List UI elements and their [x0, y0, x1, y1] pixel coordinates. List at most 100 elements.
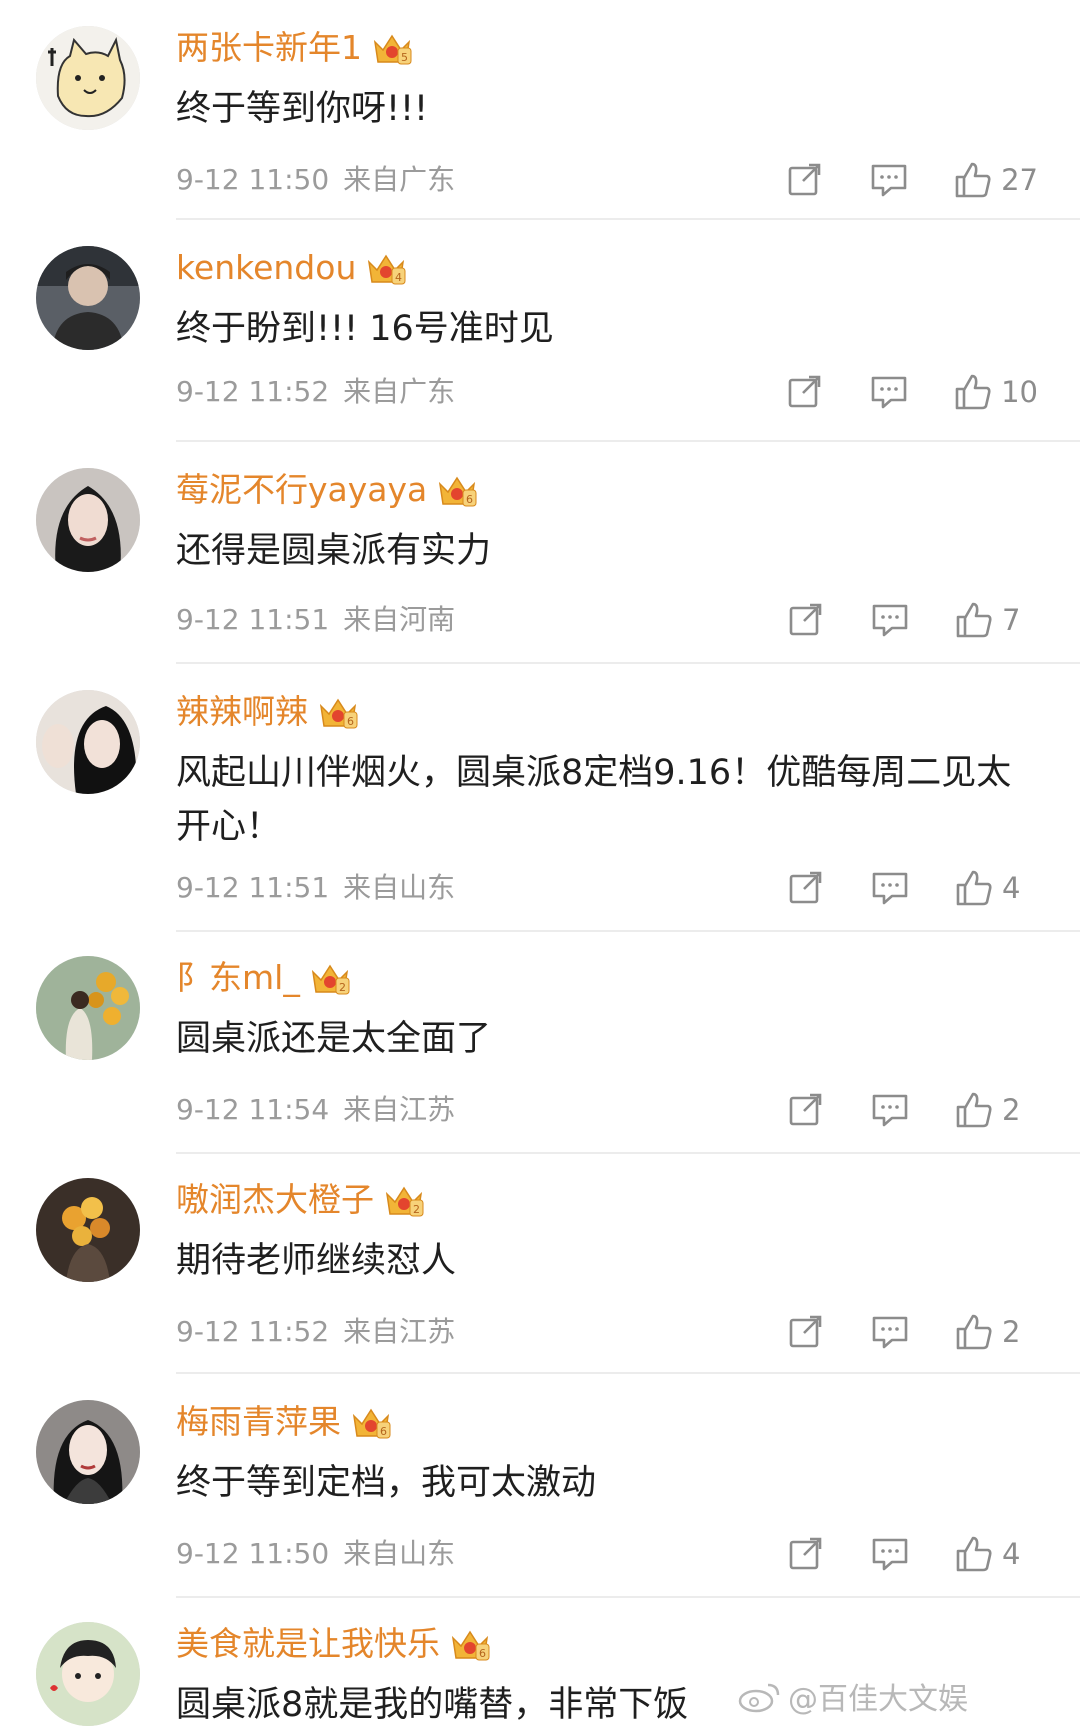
comment-actions: 2 [742, 1088, 1038, 1132]
crown-badge-icon: 5 [372, 30, 412, 66]
avatar[interactable] [36, 1178, 140, 1282]
avatar[interactable] [36, 690, 140, 794]
comment-icon [870, 868, 910, 908]
svg-text:2: 2 [339, 981, 346, 994]
comment-time: 9-12 11:54 [176, 1093, 330, 1126]
like-button[interactable]: 2 [954, 1090, 1038, 1130]
reply-button[interactable] [870, 868, 910, 908]
comment-meta: 9-12 11:50 来自山东 [176, 1534, 455, 1574]
username[interactable]: 美食就是让我快乐 6 [176, 1622, 490, 1666]
like-count: 2 [1002, 1093, 1021, 1127]
username[interactable]: 阝东ml_ 2 [176, 956, 350, 1000]
like-button[interactable]: 4 [954, 1534, 1038, 1574]
reply-button[interactable] [869, 160, 909, 200]
comment-meta: 9-12 11:52 来自江苏 [176, 1312, 455, 1352]
comment-time: 9-12 11:51 [176, 603, 330, 636]
like-button[interactable]: 2 [954, 1312, 1038, 1352]
like-count: 4 [1002, 871, 1021, 905]
comment-icon [870, 1090, 910, 1130]
comment-actions: 27 [741, 158, 1038, 202]
username-text: 梅雨青萍果 [176, 1402, 341, 1441]
share-button[interactable] [786, 1534, 826, 1574]
avatar[interactable] [36, 468, 140, 572]
reply-button[interactable] [869, 372, 909, 412]
comment-location: 来自山东 [343, 871, 456, 904]
like-count: 7 [1002, 603, 1021, 637]
svg-text:2: 2 [413, 1203, 420, 1216]
divider [176, 1152, 1080, 1154]
avatar[interactable] [36, 246, 140, 350]
reply-button[interactable] [870, 1090, 910, 1130]
username[interactable]: 莓泥不行yayaya 6 [176, 468, 477, 512]
svg-text:4: 4 [395, 271, 402, 284]
username[interactable]: 辣辣啊辣 6 [176, 690, 358, 734]
weibo-logo-icon [738, 1683, 780, 1713]
username[interactable]: 两张卡新年1 5 [176, 26, 412, 70]
comment-icon [869, 160, 909, 200]
avatar[interactable] [36, 1400, 140, 1504]
comment-location: 来自广东 [343, 163, 456, 196]
avatar[interactable] [36, 1622, 140, 1726]
comment-icon [869, 372, 909, 412]
crown-badge-icon: 6 [351, 1404, 391, 1440]
svg-text:6: 6 [479, 1647, 486, 1660]
comment-text: 终于等到你呀!!! [176, 89, 429, 129]
comment-text: 期待老师继续怼人 [176, 1241, 457, 1281]
share-icon [785, 160, 825, 200]
divider [176, 1372, 1080, 1374]
reply-button[interactable] [870, 1312, 910, 1352]
comment-actions: 4 [742, 866, 1038, 910]
share-icon [786, 868, 826, 908]
like-count: 10 [1001, 375, 1038, 409]
comment-icon [870, 600, 910, 640]
share-button[interactable] [786, 1090, 826, 1130]
username[interactable]: kenkendou 4 [176, 246, 406, 290]
reply-button[interactable] [870, 1534, 910, 1574]
comment-meta: 9-12 11:54 来自江苏 [176, 1090, 455, 1130]
comment-meta: 9-12 11:52 来自广东 [176, 372, 455, 412]
crown-badge-icon: 6 [318, 694, 358, 730]
crown-badge-icon: 6 [450, 1626, 490, 1662]
avatar[interactable] [36, 26, 140, 130]
thumbs-up-icon [953, 160, 993, 200]
username-text: 辣辣啊辣 [176, 692, 308, 731]
comment-time: 9-12 11:52 [176, 375, 330, 408]
share-icon [785, 372, 825, 412]
like-button[interactable]: 4 [954, 868, 1038, 908]
thumbs-up-icon [954, 600, 994, 640]
divider [176, 662, 1080, 664]
person-avatar-icon [36, 246, 140, 350]
share-button[interactable] [785, 160, 825, 200]
share-icon [786, 1312, 826, 1352]
like-button[interactable]: 7 [954, 600, 1038, 640]
share-button[interactable] [785, 372, 825, 412]
reply-button[interactable] [870, 600, 910, 640]
share-button[interactable] [786, 868, 826, 908]
share-icon [786, 1534, 826, 1574]
comment-location: 来自河南 [343, 603, 456, 636]
watermark-text: @百佳大文娱 [788, 1682, 968, 1717]
crown-badge-icon: 4 [366, 250, 406, 286]
woman-avatar-icon [36, 468, 140, 572]
share-button[interactable] [786, 1312, 826, 1352]
thumbs-up-icon [954, 1312, 994, 1352]
comment-time: 9-12 11:50 [176, 1537, 330, 1570]
username-text: 莓泥不行yayaya [176, 470, 428, 509]
comment-meta: 9-12 11:51 来自山东 [176, 868, 455, 908]
woman-avatar-icon [36, 1400, 140, 1504]
share-button[interactable] [786, 600, 826, 640]
comment-location: 来自江苏 [343, 1093, 456, 1126]
username[interactable]: 梅雨青萍果 6 [176, 1400, 391, 1444]
divider [176, 440, 1080, 442]
username[interactable]: 嗷润杰大橙子 2 [176, 1178, 424, 1222]
flowers-avatar-icon [36, 956, 140, 1060]
like-button[interactable]: 27 [953, 160, 1038, 200]
comment-actions: 4 [742, 1532, 1038, 1576]
watermark: @百佳大文娱 [738, 1674, 968, 1718]
share-icon [786, 600, 826, 640]
like-button[interactable]: 10 [953, 372, 1038, 412]
comment-location: 来自广东 [343, 375, 456, 408]
comment-text: 圆桌派还是太全面了 [176, 1019, 492, 1059]
avatar[interactable] [36, 956, 140, 1060]
svg-text:6: 6 [466, 493, 473, 506]
